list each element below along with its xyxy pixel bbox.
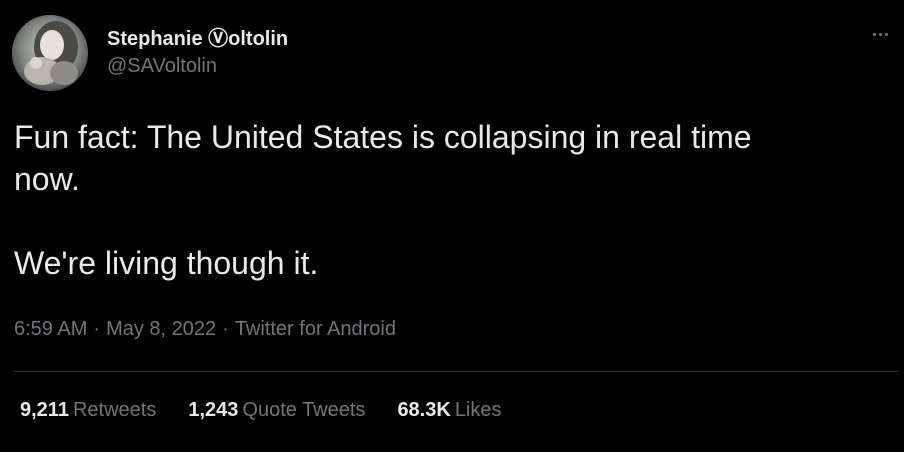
quote-tweets-stat[interactable]: 1,243 Quote Tweets — [188, 399, 365, 422]
retweets-count: 9,211 — [20, 399, 69, 421]
author-display-name[interactable]: Stephanie Ⓥoltolin — [107, 22, 288, 51]
avatar[interactable] — [12, 15, 88, 91]
tweet-text-paragraph-1: Fun fact: The United States is collapsin… — [14, 119, 752, 197]
author-handle[interactable]: @SAVoltolin — [107, 55, 217, 78]
retweets-label: Retweets — [72, 399, 157, 421]
tweet-source[interactable]: Twitter for Android — [235, 318, 396, 340]
likes-label: Likes — [454, 399, 502, 421]
quote-tweets-label: Quote Tweets — [242, 399, 366, 421]
more-horizontal-icon — [872, 32, 876, 36]
more-horizontal-icon — [884, 32, 888, 36]
tweet-text: Fun fact: The United States is collapsin… — [14, 116, 874, 284]
likes-stat[interactable]: 68.3K Likes — [397, 399, 501, 422]
tweet-text-paragraph-2: We're living though it. — [14, 245, 319, 281]
tweet-timestamp-time[interactable]: 6:59 AM — [14, 318, 87, 340]
tweet-timestamp-date[interactable]: May 8, 2022 — [106, 318, 216, 340]
divider — [14, 371, 898, 372]
more-options-button[interactable] — [864, 20, 896, 48]
more-horizontal-icon — [878, 32, 882, 36]
tweet-card: Stephanie Ⓥoltolin @SAVoltolin Fun fact:… — [0, 0, 904, 452]
retweets-stat[interactable]: 9,211 Retweets — [20, 399, 156, 422]
meta-separator: · — [93, 318, 101, 340]
tweet-metadata: 6:59 AM · May 8, 2022 · Twitter for Android — [14, 318, 396, 341]
likes-count: 68.3K — [397, 399, 451, 421]
meta-separator: · — [222, 318, 229, 340]
avatar-photo — [12, 15, 88, 91]
engagement-stats: 9,211 Retweets 1,243 Quote Tweets 68.3K Lik… — [20, 399, 534, 422]
quote-tweets-count: 1,243 — [188, 399, 239, 421]
